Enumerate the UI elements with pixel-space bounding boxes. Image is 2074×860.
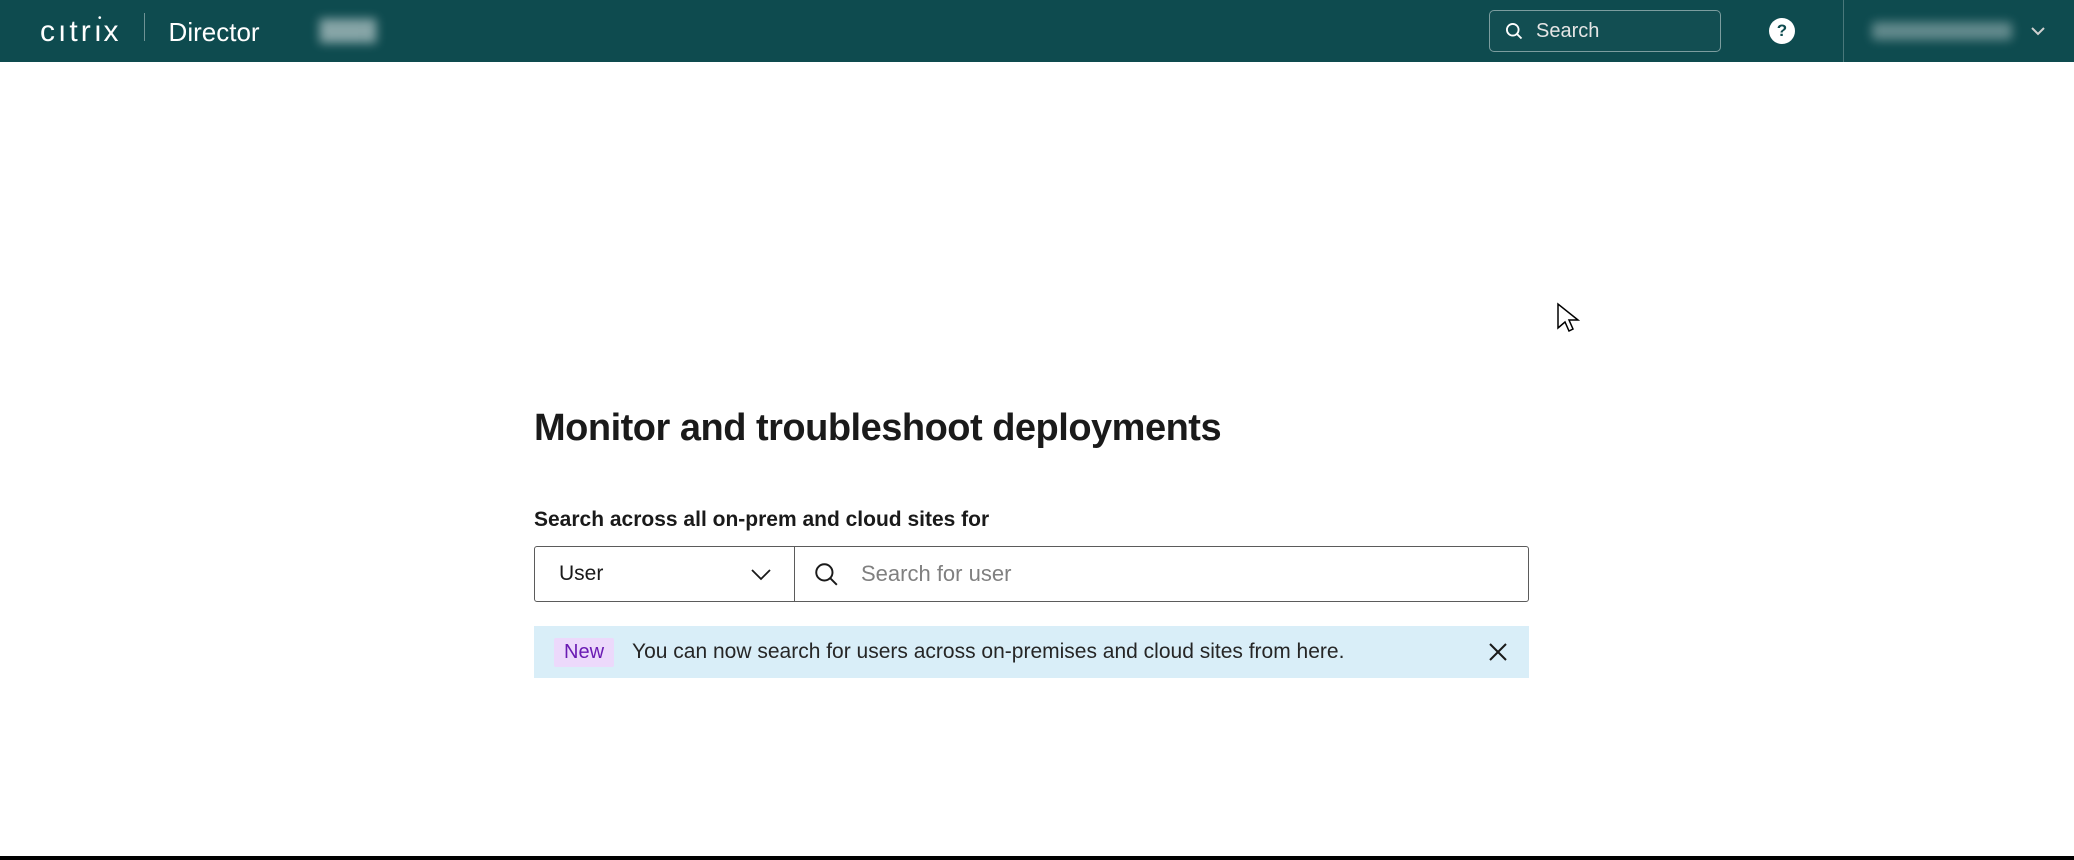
info-banner: New You can now search for users across … xyxy=(534,626,1529,678)
brand-block: cıtrı•x Director xyxy=(40,13,260,49)
search-icon xyxy=(813,561,839,587)
user-menu[interactable] xyxy=(1872,22,2046,40)
header-separator xyxy=(1843,0,1844,62)
search-type-value: User xyxy=(559,562,603,586)
page-title: Monitor and troubleshoot deployments xyxy=(534,407,1529,450)
main-search-box xyxy=(795,547,1528,601)
main-area: Monitor and troubleshoot deployments Sea… xyxy=(0,62,2074,678)
search-label: Search across all on-prem and cloud site… xyxy=(534,508,1529,532)
main-search-input[interactable] xyxy=(861,561,1510,587)
global-search[interactable] xyxy=(1489,10,1721,52)
top-header: cıtrı•x Director ████ ? xyxy=(0,0,2074,62)
user-name-obscured xyxy=(1872,22,2012,40)
global-search-input[interactable] xyxy=(1536,20,1706,43)
citrix-logo: cıtrı•x xyxy=(40,15,120,49)
new-badge: New xyxy=(554,638,614,667)
search-type-select[interactable]: User xyxy=(535,547,795,601)
center-panel: Monitor and troubleshoot deployments Sea… xyxy=(534,407,1529,678)
main-search-bar: User xyxy=(534,546,1529,602)
chevron-down-icon xyxy=(750,568,772,581)
chevron-down-icon xyxy=(2030,26,2046,36)
brand-separator xyxy=(144,13,145,41)
header-obscured-tab: ████ xyxy=(320,20,377,43)
info-banner-text: You can now search for users across on-p… xyxy=(632,640,1469,664)
close-icon[interactable] xyxy=(1487,641,1509,663)
search-icon xyxy=(1504,21,1524,41)
help-button[interactable]: ? xyxy=(1769,18,1795,44)
app-name: Director xyxy=(169,17,260,48)
